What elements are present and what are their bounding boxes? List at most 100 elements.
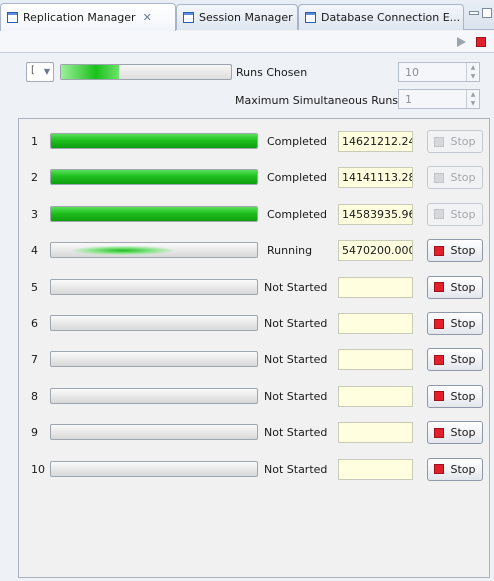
max-runs-spinner[interactable]: 1 ▲ ▼	[398, 89, 480, 109]
stop-label: Stop	[450, 280, 476, 294]
run-progress-bar	[50, 460, 258, 477]
run-row: 8 Not Started Stop	[19, 383, 489, 409]
play-icon[interactable]	[457, 37, 466, 47]
stop-run-button[interactable]: Stop	[427, 348, 483, 372]
run-progress-bar	[50, 133, 258, 149]
run-progress-fill	[51, 170, 257, 185]
run-number: 2	[31, 171, 38, 185]
run-row: 3 Completed 14583935.968 Stop	[19, 201, 489, 227]
run-objective-value	[338, 422, 413, 444]
run-objective-value	[338, 349, 413, 371]
run-objective-value: 14621212.249	[338, 131, 413, 152]
run-number: 1	[31, 135, 38, 148]
run-status: Not Started	[264, 426, 328, 440]
stop-icon	[434, 136, 445, 147]
run-progress-bar	[50, 242, 258, 259]
run-status: Not Started	[264, 353, 328, 367]
stop-run-button[interactable]: Stop	[427, 384, 483, 408]
runs-chosen-value: 10	[405, 66, 419, 79]
spinner-buttons[interactable]: ▲ ▼	[466, 63, 479, 81]
runs-chosen-label: Runs Chosen	[236, 66, 308, 79]
stop-run-button[interactable]: Stop	[427, 312, 483, 335]
run-progress-fill	[51, 134, 257, 148]
tab-label: Database Connection E...	[321, 11, 461, 24]
stop-icon	[434, 354, 445, 365]
run-row: 5 Not Started Stop	[19, 274, 489, 300]
run-number: 10	[31, 462, 45, 476]
run-progress-fill	[51, 206, 257, 221]
run-progress-bar	[50, 351, 258, 368]
stop-icon	[434, 245, 445, 256]
minimize-icon[interactable]	[469, 11, 479, 15]
tab-session-manager[interactable]: Session Manager	[176, 4, 298, 30]
run-row: 7 Not Started Stop	[19, 346, 489, 372]
run-objective-value: 5470200.000	[338, 240, 413, 262]
close-icon[interactable]: ✕	[143, 11, 152, 24]
stop-icon	[434, 282, 445, 293]
run-objective-value	[338, 458, 413, 480]
stop-run-button[interactable]: Stop	[427, 202, 483, 226]
view-icon	[7, 12, 18, 23]
stop-run-button[interactable]: Stop	[427, 239, 483, 263]
run-status: Running	[267, 244, 313, 258]
tab-replication-manager[interactable]: Replication Manager ✕	[0, 3, 176, 31]
stop-run-button[interactable]: Stop	[427, 130, 483, 153]
view-icon	[305, 12, 316, 23]
run-status: Not Started	[264, 317, 328, 330]
stop-run-button[interactable]: Stop	[427, 275, 483, 299]
run-objective-value: 14583935.968	[338, 203, 413, 225]
stop-label: Stop	[450, 135, 476, 148]
runs-chosen-spinner[interactable]: 10 ▲ ▼	[398, 62, 480, 82]
run-progress-bar	[50, 205, 258, 222]
stop-run-button[interactable]: Stop	[427, 166, 483, 190]
run-progress-bar	[50, 387, 258, 404]
run-progress-bar	[50, 424, 258, 441]
tab-database-connection[interactable]: Database Connection E...	[298, 4, 464, 30]
run-status: Completed	[267, 171, 327, 185]
run-status: Completed	[267, 135, 327, 148]
run-progress-bar	[50, 278, 258, 295]
run-number: 5	[31, 280, 38, 294]
run-objective-value	[338, 276, 413, 298]
run-objective-value: 14141113.288	[338, 167, 413, 189]
overall-progress-fill	[61, 65, 119, 79]
run-number: 7	[31, 353, 38, 367]
run-row: 6 Not Started Stop	[19, 310, 489, 336]
run-progress-bar	[50, 315, 258, 331]
overall-progress-bar	[60, 64, 232, 80]
run-row: 1 Completed 14621212.249 Stop	[19, 128, 489, 154]
maximize-icon[interactable]	[482, 8, 492, 18]
stop-icon[interactable]	[476, 37, 486, 47]
stop-run-button[interactable]: Stop	[427, 421, 483, 445]
run-selector-combo[interactable]: [ ▼	[26, 62, 54, 82]
view-icon	[183, 12, 194, 23]
run-status: Not Started	[264, 462, 328, 476]
stop-icon	[434, 464, 445, 475]
run-settings: [ ▼ Runs Chosen 10 ▲ ▼ Maximum Simultaneo…	[0, 54, 494, 118]
view-tab-bar: Replication Manager ✕ Session Manager Da…	[0, 0, 494, 31]
stop-icon	[434, 427, 445, 438]
stop-run-button[interactable]: Stop	[427, 457, 483, 481]
max-runs-label: Maximum Simultaneous Runs	[235, 94, 399, 107]
run-row: 4 Running 5470200.000 Stop	[19, 237, 489, 263]
run-number: 9	[31, 426, 38, 440]
run-objective-value	[338, 313, 413, 334]
stop-label: Stop	[450, 244, 476, 258]
run-status: Completed	[267, 207, 327, 221]
run-number: 6	[31, 317, 38, 330]
spinner-buttons[interactable]: ▲ ▼	[466, 90, 479, 108]
run-number: 8	[31, 389, 38, 403]
run-row: 2 Completed 14141113.288 Stop	[19, 164, 489, 190]
stop-label: Stop	[450, 353, 476, 367]
chevron-down-icon: ▼	[43, 67, 50, 76]
stop-icon	[434, 172, 445, 183]
view-controls	[469, 8, 492, 18]
stop-label: Stop	[450, 171, 476, 185]
view-toolbar	[0, 31, 494, 53]
run-number: 3	[31, 207, 38, 221]
stop-icon	[434, 318, 445, 329]
stop-label: Stop	[450, 462, 476, 476]
stop-label: Stop	[450, 426, 476, 440]
runs-panel: 1 Completed 14621212.249 Stop 2 Completed 1414…	[18, 118, 490, 578]
combo-value: [	[31, 65, 35, 76]
